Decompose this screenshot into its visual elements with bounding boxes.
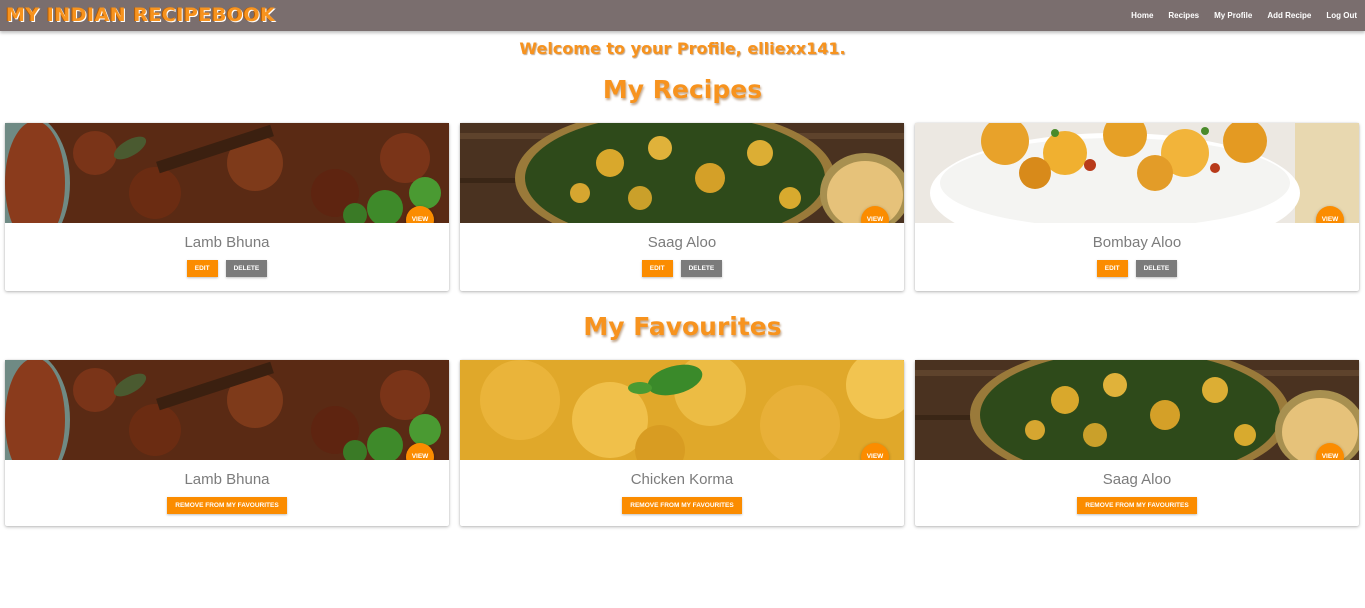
delete-button[interactable]: DELETE bbox=[1135, 260, 1178, 277]
recipe-title: Saag Aloo bbox=[1102, 471, 1172, 488]
nav-log-out[interactable]: Log Out bbox=[1326, 11, 1357, 20]
my-favourites-heading: My Favourites bbox=[583, 312, 782, 341]
nav-home[interactable]: Home bbox=[1131, 11, 1153, 20]
delete-button[interactable]: DELETE bbox=[225, 260, 268, 277]
recipe-title: Lamb Bhuna bbox=[184, 234, 270, 251]
favourite-card: VIEW Chicken Korma REMOVE FROM MY FAVOUR… bbox=[460, 360, 904, 526]
recipe-card: VIEW Bombay Aloo EDIT DELETE bbox=[915, 123, 1359, 291]
chicken-korma-image: VIEW bbox=[460, 360, 904, 460]
favourite-card: VIEW Saag Aloo REMOVE FROM MY FAVOURITES bbox=[915, 360, 1359, 526]
bombay-aloo-image: VIEW bbox=[915, 123, 1359, 223]
card-actions: EDIT DELETE bbox=[5, 260, 449, 277]
recipe-card: VIEW Saag Aloo EDIT DELETE bbox=[460, 123, 904, 291]
brand-logo[interactable]: My Indian RecipeBook bbox=[6, 3, 275, 27]
recipe-title: Chicken Korma bbox=[630, 471, 734, 488]
saag-aloo-image: VIEW bbox=[915, 360, 1359, 460]
card-actions: EDIT DELETE bbox=[915, 260, 1359, 277]
lamb-bhuna-image: VIEW bbox=[5, 360, 449, 460]
recipe-card: VIEW Lamb Bhuna EDIT DELETE bbox=[5, 123, 449, 291]
nav-my-profile[interactable]: My Profile bbox=[1214, 11, 1252, 20]
edit-button[interactable]: EDIT bbox=[641, 260, 673, 277]
card-actions: REMOVE FROM MY FAVOURITES bbox=[915, 497, 1359, 514]
nav-links: Home Recipes My Profile Add Recipe Log O… bbox=[1116, 0, 1357, 31]
navbar: My Indian RecipeBook Home Recipes My Pro… bbox=[0, 0, 1365, 31]
recipe-title: Saag Aloo bbox=[647, 234, 717, 251]
card-actions: REMOVE FROM MY FAVOURITES bbox=[460, 497, 904, 514]
favourite-card: VIEW Lamb Bhuna REMOVE FROM MY FAVOURITE… bbox=[5, 360, 449, 526]
my-recipes-heading: My Recipes bbox=[602, 75, 763, 104]
nav-recipes[interactable]: Recipes bbox=[1168, 11, 1199, 20]
edit-button[interactable]: EDIT bbox=[1096, 260, 1128, 277]
card-actions: EDIT DELETE bbox=[460, 260, 904, 277]
lamb-bhuna-image: VIEW bbox=[5, 123, 449, 223]
welcome-message: Welcome to your Profile, elliexx141. bbox=[519, 39, 846, 58]
delete-button[interactable]: DELETE bbox=[680, 260, 723, 277]
saag-aloo-image: VIEW bbox=[460, 123, 904, 223]
card-actions: REMOVE FROM MY FAVOURITES bbox=[5, 497, 449, 514]
edit-button[interactable]: EDIT bbox=[186, 260, 218, 277]
recipe-title: Lamb Bhuna bbox=[184, 471, 270, 488]
remove-favourite-button[interactable]: REMOVE FROM MY FAVOURITES bbox=[1077, 497, 1197, 514]
remove-favourite-button[interactable]: REMOVE FROM MY FAVOURITES bbox=[167, 497, 287, 514]
nav-add-recipe[interactable]: Add Recipe bbox=[1267, 11, 1311, 20]
recipe-title: Bombay Aloo bbox=[1092, 234, 1182, 251]
remove-favourite-button[interactable]: REMOVE FROM MY FAVOURITES bbox=[622, 497, 742, 514]
